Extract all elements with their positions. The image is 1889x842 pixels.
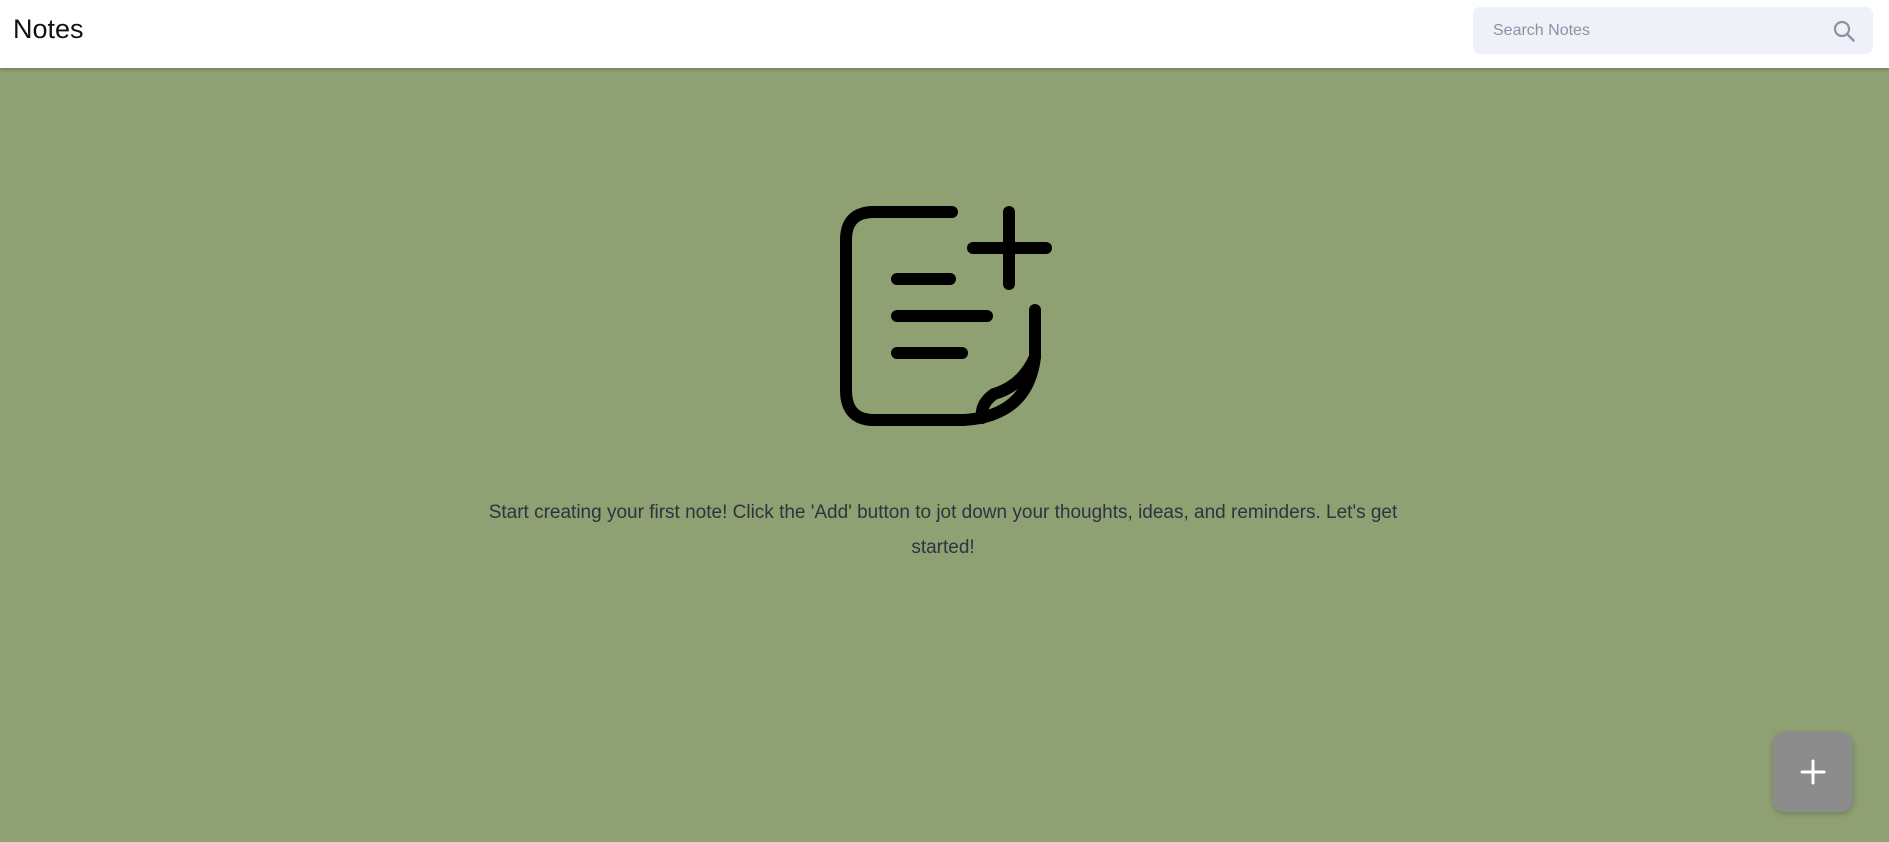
note-add-icon [838,204,1060,434]
add-note-button[interactable] [1773,732,1853,812]
plus-icon [1800,759,1826,785]
search-icon[interactable] [1833,20,1855,42]
top-app-bar: Notes [0,0,1889,68]
main-content: Start creating your first note! Click th… [0,68,1889,842]
search-input[interactable] [1473,7,1873,54]
empty-state-message: Start creating your first note! Click th… [488,502,1398,558]
app-title: Notes [13,14,84,44]
search-box [1473,7,1873,54]
